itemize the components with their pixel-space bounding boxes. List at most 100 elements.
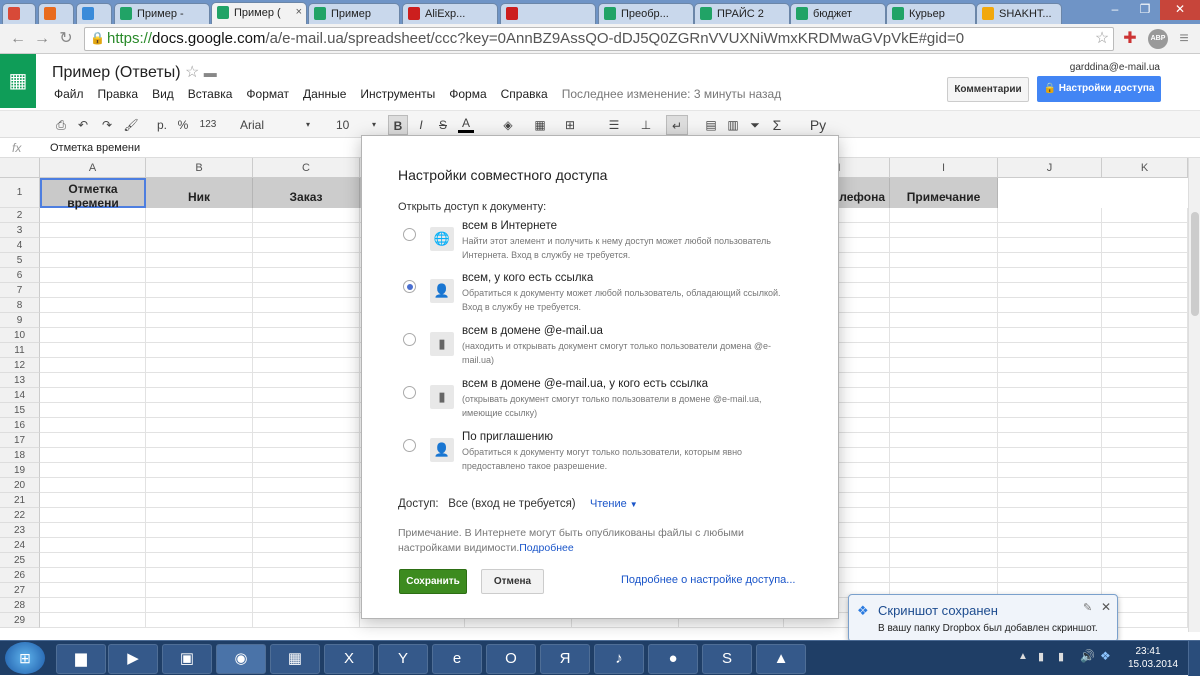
cell-b1[interactable]: Ник (146, 178, 253, 208)
row-header[interactable]: 27 (0, 583, 40, 598)
grid-cell[interactable] (40, 613, 146, 628)
grid-cell[interactable] (890, 283, 998, 298)
grid-cell[interactable] (40, 208, 146, 223)
row-header[interactable]: 12 (0, 358, 40, 373)
grid-cell[interactable] (253, 283, 360, 298)
tab-shakht[interactable]: SHAKHT... (976, 3, 1062, 24)
back-icon[interactable]: ← (8, 29, 28, 49)
close-icon[interactable]: × (296, 6, 302, 18)
cancel-button[interactable]: Отмена (481, 569, 544, 594)
grid-cell[interactable] (40, 538, 146, 553)
comment-icon[interactable]: ▤ (702, 115, 720, 135)
undo-icon[interactable]: ↶ (74, 115, 92, 135)
grid-cell[interactable] (998, 418, 1102, 433)
row-header[interactable]: 28 (0, 598, 40, 613)
grid-cell[interactable] (146, 478, 253, 493)
scroll-thumb[interactable] (1191, 212, 1199, 316)
row-header[interactable]: 22 (0, 508, 40, 523)
row-header[interactable]: 23 (0, 523, 40, 538)
radio-domain-with-link[interactable] (403, 386, 416, 399)
grid-cell[interactable] (146, 433, 253, 448)
grid-cell[interactable] (40, 373, 146, 388)
grid-cell[interactable] (146, 343, 253, 358)
grid-cell[interactable] (146, 298, 253, 313)
grid-cell[interactable] (890, 403, 998, 418)
volume-icon[interactable]: 🔊 (1080, 649, 1095, 663)
grid-cell[interactable] (146, 253, 253, 268)
grid-cell[interactable] (890, 478, 998, 493)
grid-cell[interactable] (998, 538, 1102, 553)
grid-cell[interactable] (253, 358, 360, 373)
grid-cell[interactable] (890, 268, 998, 283)
grid-cell[interactable] (40, 463, 146, 478)
window-close-icon[interactable]: ✕ (1160, 0, 1200, 20)
grid-cell[interactable] (40, 268, 146, 283)
grid-cell[interactable] (1102, 268, 1188, 283)
row-header[interactable]: 8 (0, 298, 40, 313)
tab-aliexpress[interactable]: AliExp... (402, 3, 498, 24)
print-icon[interactable]: ⎙ (52, 115, 70, 135)
column-header[interactable]: A (40, 158, 146, 178)
grid-cell[interactable] (253, 613, 360, 628)
settings-icon[interactable]: ✎ (1083, 601, 1092, 614)
reload-icon[interactable]: ↻ (56, 29, 76, 49)
grid-cell[interactable] (890, 208, 998, 223)
grid-cell[interactable] (1102, 343, 1188, 358)
grid-cell[interactable] (998, 448, 1102, 463)
grid-cell[interactable] (40, 493, 146, 508)
grid-cell[interactable] (40, 238, 146, 253)
close-icon[interactable]: ✕ (1101, 600, 1111, 614)
grid-cell[interactable] (146, 418, 253, 433)
grid-cell[interactable] (1102, 328, 1188, 343)
grid-cell[interactable] (253, 328, 360, 343)
grid-cell[interactable] (1102, 373, 1188, 388)
grid-cell[interactable] (1102, 538, 1188, 553)
help-link[interactable]: Подробнее о настройке доступа... (621, 574, 795, 586)
row-header[interactable]: 1 (0, 178, 40, 208)
row-header[interactable]: 2 (0, 208, 40, 223)
row-header[interactable]: 18 (0, 448, 40, 463)
grid-cell[interactable] (998, 478, 1102, 493)
grid-cell[interactable] (890, 388, 998, 403)
grid-cell[interactable] (146, 328, 253, 343)
row-header[interactable]: 5 (0, 253, 40, 268)
grid-cell[interactable] (1102, 388, 1188, 403)
grid-cell[interactable] (146, 223, 253, 238)
wrap-text-icon[interactable]: ↵ (666, 115, 688, 135)
grid-cell[interactable] (40, 478, 146, 493)
row-header[interactable]: 13 (0, 373, 40, 388)
grid-cell[interactable] (890, 568, 998, 583)
grid-cell[interactable] (890, 343, 998, 358)
select-all-corner[interactable] (0, 158, 40, 178)
grid-cell[interactable] (998, 568, 1102, 583)
share-button[interactable]: 🔒 Настройки доступа (1037, 76, 1161, 102)
vertical-scrollbar[interactable] (1188, 158, 1200, 632)
grid-cell[interactable] (40, 253, 146, 268)
grid-cell[interactable] (998, 343, 1102, 358)
grid-cell[interactable] (253, 448, 360, 463)
chart-icon[interactable]: ▥ (724, 115, 742, 135)
grid-cell[interactable] (146, 508, 253, 523)
fill-color-icon[interactable]: ◈ (498, 115, 518, 135)
grid-cell[interactable] (1102, 448, 1188, 463)
menu-form[interactable]: Форма (449, 87, 486, 101)
row-header[interactable]: 9 (0, 313, 40, 328)
grid-cell[interactable] (253, 313, 360, 328)
grid-cell[interactable] (890, 223, 998, 238)
tab-preobr[interactable]: Преобр... (598, 3, 694, 24)
cell-a1[interactable]: Отметка времени (40, 178, 146, 210)
grid-cell[interactable] (1102, 553, 1188, 568)
document-title-text[interactable]: Пример (Ответы) (52, 64, 181, 81)
row-header[interactable]: 25 (0, 553, 40, 568)
star-icon[interactable]: ☆ (1092, 29, 1112, 49)
grid-cell[interactable] (253, 253, 360, 268)
grid-cell[interactable] (253, 388, 360, 403)
address-bar[interactable]: https://docs.google.com/a/e-mail.ua/spre… (84, 27, 1114, 51)
signal-icon[interactable]: ▮ (1058, 650, 1064, 663)
grid-cell[interactable] (890, 418, 998, 433)
tab-8[interactable] (500, 3, 596, 24)
grid-cell[interactable] (1102, 478, 1188, 493)
grid-cell[interactable] (253, 463, 360, 478)
grid-cell[interactable] (253, 373, 360, 388)
formula-input[interactable]: Отметка времени (50, 142, 140, 154)
